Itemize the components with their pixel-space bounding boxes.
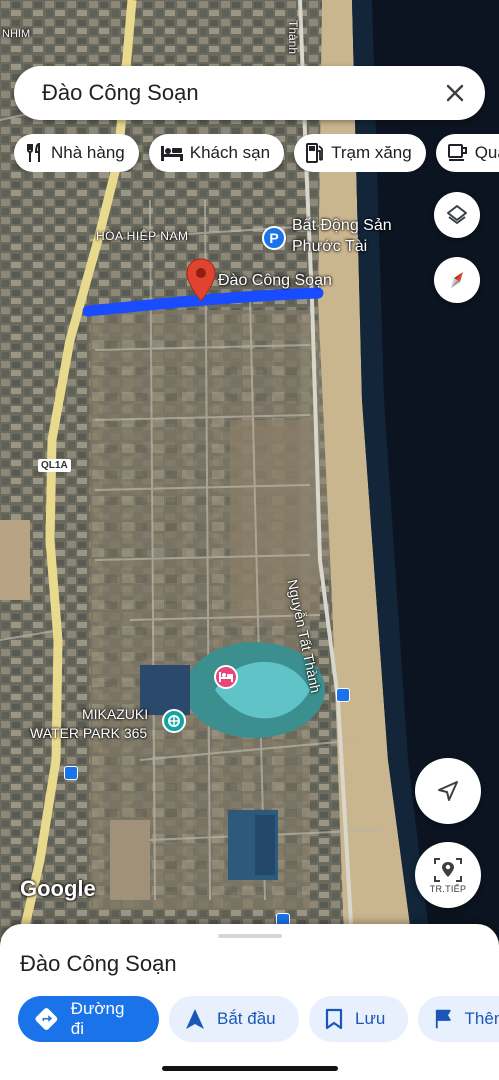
- save-label: Lưu: [355, 1009, 386, 1028]
- coffee-icon: [447, 144, 467, 161]
- directions-label: Đường đi: [70, 999, 125, 1038]
- chip-gas-stations[interactable]: Trạm xăng: [294, 134, 426, 172]
- add-button[interactable]: Thêm: [418, 996, 499, 1042]
- bus-stop-icon[interactable]: [336, 688, 350, 702]
- gas-station-icon: [306, 143, 323, 163]
- navigation-arrow-icon: [186, 1009, 204, 1029]
- chip-label: Quá: [474, 143, 499, 162]
- start-label: Bắt đầu: [217, 1009, 276, 1028]
- waterpark-label-1[interactable]: MIKAZUKI: [82, 706, 148, 722]
- chip-label: Khách sạn: [189, 143, 271, 162]
- hotel-poi-icon[interactable]: [214, 665, 238, 689]
- chip-restaurants[interactable]: Nhà hàng: [14, 134, 139, 172]
- bus-stop-icon[interactable]: [64, 766, 78, 780]
- place-sheet[interactable]: Đào Công Soạn Đường đi Bắt đầu Lưu Thêm: [0, 924, 499, 1080]
- parking-poi-icon[interactable]: P: [262, 226, 286, 250]
- my-location-button[interactable]: [415, 758, 481, 824]
- search-bar[interactable]: Đào Công Soạn: [14, 66, 485, 120]
- flag-icon: [435, 1009, 451, 1029]
- waterpark-label-2[interactable]: WATER PARK 365: [30, 725, 147, 741]
- street-label: Đào Công Soạn: [218, 272, 332, 289]
- close-icon[interactable]: [433, 71, 477, 115]
- compass-icon: [451, 272, 463, 288]
- poi-realestate-label-2[interactable]: Phước Tài: [292, 238, 367, 256]
- search-query[interactable]: Đào Công Soạn: [42, 80, 433, 106]
- hotel-icon: [160, 146, 183, 161]
- chip-hotels[interactable]: Khách sạn: [148, 134, 285, 172]
- sheet-drag-handle[interactable]: [218, 934, 282, 938]
- compass-button[interactable]: [434, 257, 480, 303]
- chip-label: Nhà hàng: [51, 143, 125, 162]
- directions-button[interactable]: Đường đi: [18, 996, 159, 1042]
- start-button[interactable]: Bắt đầu: [169, 996, 299, 1042]
- restaurant-icon: [27, 143, 40, 162]
- directions-icon: [35, 1008, 58, 1030]
- add-label: Thêm: [464, 1009, 499, 1028]
- waterpark-poi-icon[interactable]: [162, 709, 186, 733]
- home-indicator: [162, 1066, 338, 1071]
- chip-label: Trạm xăng: [331, 143, 412, 162]
- highway-shield: QL1A: [38, 459, 71, 472]
- action-buttons: Đường đi Bắt đầu Lưu Thêm: [18, 996, 499, 1044]
- category-chips: Nhà hàng Khách sạn Trạm xăng Quá: [14, 134, 499, 172]
- layers-icon: [447, 205, 467, 224]
- google-logo: Google: [20, 876, 96, 901]
- live-view-label: TR.TIẾP: [429, 883, 467, 894]
- live-view-button[interactable]: TR.TIẾP: [415, 842, 481, 908]
- live-view-icon: [434, 857, 462, 882]
- save-button[interactable]: Lưu: [309, 996, 408, 1042]
- district-label: HÒA HIỆP NAM: [96, 229, 189, 243]
- chip-coffee[interactable]: Quá: [435, 134, 499, 172]
- location-pin-icon[interactable]: [186, 258, 216, 302]
- layers-button[interactable]: [434, 192, 480, 238]
- location-arrow-icon: [438, 781, 458, 801]
- poi-realestate-label-1[interactable]: Bất Động Sản: [292, 217, 392, 235]
- map-label-top-left: NHIM: [2, 28, 31, 40]
- bookmark-icon: [325, 1008, 343, 1030]
- place-title: Đào Công Soạn: [20, 951, 177, 976]
- map-label-top-right: Thành: [286, 20, 300, 55]
